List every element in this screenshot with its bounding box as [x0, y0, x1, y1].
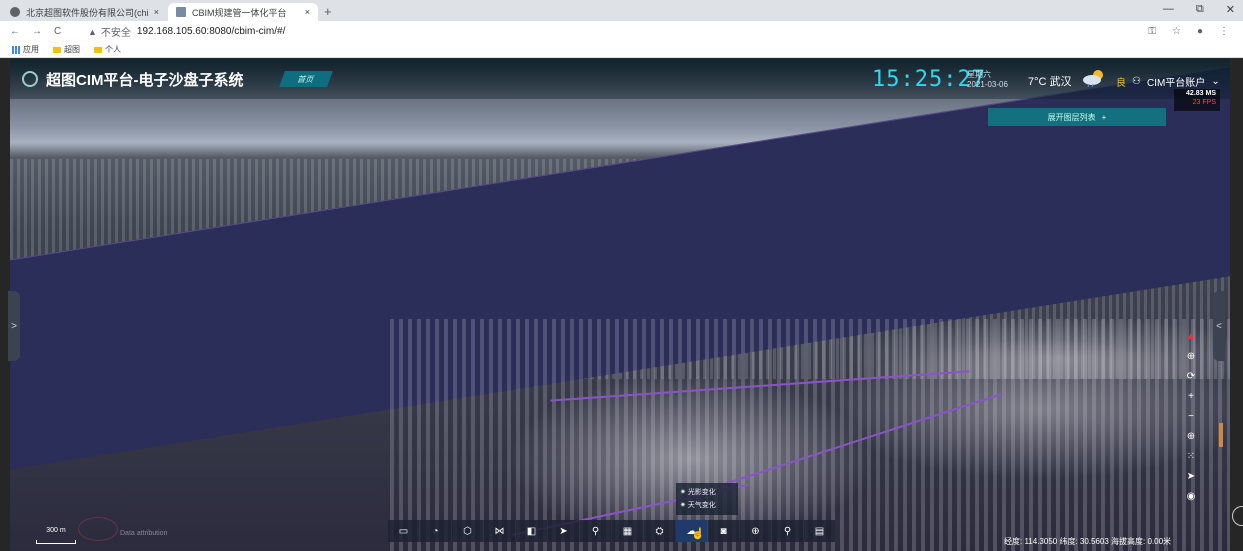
data-attribution-link[interactable]: Data attribution [120, 530, 167, 537]
layer-button-label: 展开图层列表 [1047, 112, 1096, 122]
hand-cursor-icon: ☝ [691, 528, 705, 540]
bookmark-personal[interactable]: 个人 [94, 44, 121, 55]
fullscreen-icon[interactable]: ⁙ [1187, 451, 1195, 463]
browser-tab-cbim[interactable]: CBIM规建管一体化平台 × [168, 3, 318, 21]
user-icon: ⚇ [1132, 76, 1141, 87]
chevron-down-icon: ⌄ [1211, 76, 1220, 87]
coordinate-readout: 经度: 114.3050 纬度: 30.5603 海拔高度: 0.00米 [1004, 537, 1172, 546]
location-tool-icon[interactable]: ⚲ [580, 520, 612, 542]
compare-tool-icon[interactable]: ⋈ [484, 520, 516, 542]
map-viewport: 超图CIM平台-电子沙盘子系统 首页 15:25:27 星期六 2021-03-… [0, 59, 1243, 551]
cloud-sun-icon [1083, 70, 1103, 87]
app-title: 超图CIM平台-电子沙盘子系统 [46, 72, 244, 89]
weekday: 星期六 [967, 70, 991, 79]
effects-popup: ✷ 光影变化 ✷ 天气变化 [676, 483, 738, 515]
tab-title: 北京超图软件股份有限公司(chi [26, 7, 149, 18]
warning-icon: ▲ [88, 26, 97, 37]
menu-icon[interactable]: ⋮ [1219, 26, 1229, 37]
select-rect-tool-icon[interactable]: ▭ [388, 520, 420, 542]
zoom-in-button[interactable]: + [1188, 391, 1194, 403]
browser-tab-bar: 北京超图软件股份有限公司(chi × CBIM规建管一体化平台 × + — ⧉ … [0, 0, 1243, 21]
model-tool-icon[interactable]: ⬡ [452, 520, 484, 542]
air-quality: 良 [1116, 78, 1126, 89]
account-name: CIM平台账户 [1146, 78, 1206, 89]
3d-city-scene[interactable] [10, 59, 1230, 551]
analysis-tool-icon[interactable]: ⛭ [644, 520, 676, 542]
app-logo-icon [22, 71, 38, 87]
close-window-button[interactable]: ✕ [1226, 3, 1235, 16]
bookmarks-bar: 应用 超图 个人 [0, 42, 1243, 58]
globe-icon[interactable]: ⊕ [1187, 351, 1195, 363]
date-value: 2021-03-06 [967, 80, 1008, 89]
app-header: 超图CIM平台-电子沙盘子系统 首页 15:25:27 星期六 2021-03-… [10, 59, 1230, 99]
watermark-logo [78, 517, 118, 541]
plus-icon: + [1101, 112, 1107, 122]
reset-view-icon[interactable]: ⟳ [1187, 371, 1195, 383]
expand-layer-list-button[interactable]: 展开图层列表 + [988, 108, 1166, 126]
globe-view-icon[interactable]: ⊕ [1187, 431, 1195, 443]
bottom-toolbar: ▭ ◔ ⬡ ⋈ ◧ ➤ ⚲ ▦ ⛭ ☁ ◙ ⊕ ⚲ ▤ [388, 520, 836, 542]
bookmark-label: 超图 [64, 45, 80, 54]
image-favicon-icon [176, 7, 186, 17]
zoom-out-button[interactable]: − [1188, 411, 1194, 423]
option-label: 光影变化 [687, 489, 716, 496]
circle-button[interactable] [1232, 506, 1243, 526]
profile-icon[interactable]: ● [1197, 26, 1203, 37]
star-icon[interactable]: ☆ [1172, 26, 1181, 37]
bookmark-apps[interactable]: 应用 [12, 44, 39, 55]
map-controls: ▲ ⊕ ⟳ + − ⊕ ⁙ ➤ ◉ [1182, 331, 1200, 503]
camera-tool-icon[interactable]: ◙ [708, 520, 740, 542]
scale-label: 300 m [46, 527, 66, 534]
home-label: 首页 [296, 74, 316, 84]
home-button[interactable]: 首页 [279, 71, 333, 87]
clock-date: 星期六 2021-03-06 [967, 70, 1008, 90]
target-tool-icon[interactable]: ⊕ [740, 520, 772, 542]
chrome-favicon-icon [10, 7, 20, 17]
grid-tool-icon[interactable]: ▦ [612, 520, 644, 542]
measure-tool-icon[interactable]: ◔ [420, 520, 452, 542]
pointer-tool-icon[interactable]: ➤ [548, 520, 580, 542]
key-icon[interactable]: ⚿ [1148, 26, 1156, 37]
security-label: 不安全 [100, 28, 131, 39]
bookmark-label: 个人 [105, 45, 121, 54]
left-panel-toggle[interactable]: > [8, 291, 20, 361]
back-button[interactable]: ← [10, 26, 20, 37]
scroll-indicator [1219, 423, 1223, 447]
tab-title: CBIM规建管一体化平台 [192, 7, 287, 18]
frame-rate: 23 FPS [1192, 99, 1216, 106]
frame-ms: 42.83 MS [1186, 90, 1216, 97]
browser-tab-supermap[interactable]: 北京超图软件股份有限公司(chi × [2, 3, 167, 21]
bookmark-label: 应用 [23, 45, 39, 54]
building-tool-icon[interactable]: ▤ [804, 520, 836, 542]
weather-option[interactable]: ✷ 天气变化 [680, 499, 734, 512]
forward-button[interactable]: → [32, 26, 42, 37]
light-shadow-option[interactable]: ✷ 光影变化 [680, 486, 734, 499]
option-label: 天气变化 [687, 502, 716, 509]
user-menu[interactable]: 良 ⚇ CIM平台账户 ⌄ [1116, 74, 1220, 89]
restore-button[interactable]: ⧉ [1196, 3, 1204, 16]
new-tab-button[interactable]: + [324, 4, 332, 19]
url-field[interactable]: 192.168.105.60:8080/cbim-cim/#/ [137, 26, 285, 37]
scale-bar: 300 m [36, 527, 76, 544]
folder-icon [53, 46, 61, 53]
tab-close-icon[interactable]: × [305, 7, 310, 17]
tab-close-icon[interactable]: × [154, 7, 159, 17]
weather-text: 7°C 武汉 [1028, 76, 1072, 88]
locate-icon[interactable]: ➤ [1187, 471, 1195, 483]
performance-monitor: 42.83 MS 23 FPS [1174, 89, 1220, 111]
minimize-button[interactable]: — [1163, 3, 1174, 16]
scale-line [36, 540, 76, 544]
window-controls: — ⧉ ✕ [1163, 3, 1235, 16]
compass-icon[interactable]: ▲ [1186, 331, 1196, 343]
bookmark-supermap[interactable]: 超图 [53, 44, 80, 55]
near-city-buildings [390, 319, 1230, 551]
split-tool-icon[interactable]: ◧ [516, 520, 548, 542]
apps-grid-icon [12, 45, 20, 54]
eye-icon[interactable]: ◉ [1187, 491, 1196, 503]
folder-icon [94, 46, 102, 53]
right-panel-toggle[interactable]: < [1213, 291, 1225, 361]
reload-button[interactable]: C [54, 26, 61, 37]
marker-tool-icon[interactable]: ⚲ [772, 520, 804, 542]
address-bar: ← → C ▲ 不安全 192.168.105.60:8080/cbim-cim… [0, 21, 1243, 42]
